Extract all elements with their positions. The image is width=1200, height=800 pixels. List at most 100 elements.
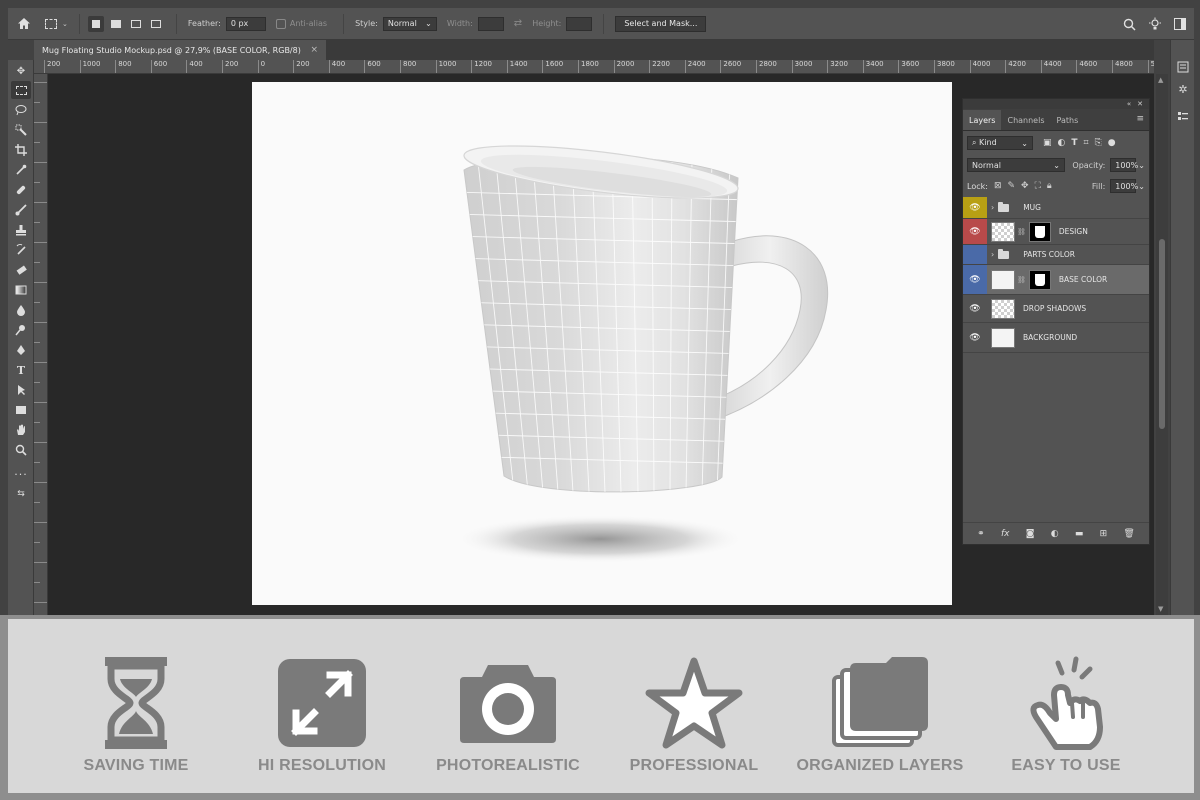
panel-layout-icon[interactable] <box>1174 18 1186 30</box>
libraries-icon[interactable] <box>1176 110 1190 124</box>
marquee-preset-button[interactable]: ⌄ <box>40 8 73 39</box>
default-colors-icon[interactable]: ⇆ <box>11 485 31 503</box>
add-mask-icon[interactable]: ◙ <box>1026 529 1035 539</box>
new-selection-button[interactable] <box>87 15 104 32</box>
new-group-icon[interactable]: ▬ <box>1075 529 1084 539</box>
delete-layer-icon[interactable]: 🗑︎ <box>1123 529 1134 539</box>
style-select[interactable]: Normal ⌄ <box>382 16 437 31</box>
visibility-off-icon[interactable] <box>963 245 987 264</box>
eyedropper-tool-icon[interactable] <box>11 161 31 179</box>
layer-row[interactable]: 👁︎ › MUG <box>963 197 1149 219</box>
lock-position-icon[interactable]: ✥ <box>1021 181 1029 191</box>
chevron-right-icon[interactable]: › <box>991 250 994 259</box>
chevron-right-icon[interactable]: › <box>991 203 994 212</box>
scroll-up-icon[interactable]: ▲ <box>1158 76 1163 84</box>
more-tools-icon[interactable]: ··· <box>11 465 31 483</box>
blend-mode-select[interactable]: Normal ⌄ <box>967 158 1065 172</box>
opacity-input[interactable]: 100% <box>1110 158 1138 172</box>
height-input[interactable] <box>566 16 593 31</box>
search-icon[interactable] <box>1123 18 1136 31</box>
healing-brush-tool-icon[interactable] <box>11 181 31 199</box>
eye-icon[interactable]: 👁︎ <box>963 219 987 244</box>
lock-all-icon[interactable]: 🔒︎ <box>1047 181 1052 191</box>
intersect-selection-button[interactable] <box>148 16 164 32</box>
lock-artboard-icon[interactable]: ⛶ <box>1035 181 1041 191</box>
filter-type-icon[interactable]: T <box>1071 138 1077 148</box>
subtract-selection-button[interactable] <box>128 16 144 32</box>
path-selection-tool-icon[interactable] <box>11 381 31 399</box>
filter-kind-select[interactable]: ⌕ Kind ⌄ <box>967 136 1033 150</box>
fill-input[interactable]: 100% <box>1110 179 1138 193</box>
quick-selection-tool-icon[interactable] <box>11 121 31 139</box>
brush-tool-icon[interactable] <box>11 201 31 219</box>
layer-row[interactable]: 👁︎ ⛓ DESIGN <box>963 219 1149 245</box>
panel-menu-icon[interactable]: ≡ <box>1136 114 1144 124</box>
rectangle-tool-icon[interactable] <box>11 401 31 419</box>
home-button[interactable] <box>8 8 40 39</box>
width-input[interactable] <box>477 16 504 31</box>
close-icon[interactable]: × <box>310 45 318 55</box>
filter-shape-icon[interactable]: ⌗ <box>1084 138 1089 148</box>
feather-input[interactable]: 0 px <box>225 16 266 31</box>
collapse-panel-icon[interactable]: « <box>1127 100 1131 108</box>
filter-toggle-icon[interactable]: ● <box>1108 138 1116 148</box>
pointing-hand-icon <box>1030 656 1103 750</box>
gradient-tool-icon[interactable] <box>11 281 31 299</box>
lock-image-icon[interactable]: ✎ <box>1007 181 1015 191</box>
chevron-down-icon[interactable]: ⌄ <box>1138 182 1145 191</box>
filter-adjustment-icon[interactable]: ◐ <box>1058 138 1066 148</box>
tab-channels[interactable]: Channels <box>1001 110 1050 130</box>
lasso-tool-icon[interactable] <box>11 101 31 119</box>
crop-tool-icon[interactable] <box>11 141 31 159</box>
layer-style-fx-button[interactable]: fx <box>1001 529 1010 539</box>
close-panel-icon[interactable]: ✕ <box>1137 100 1143 108</box>
layer-row[interactable]: 👁︎ DROP SHADOWS <box>963 295 1149 323</box>
scroll-down-icon[interactable]: ▼ <box>1158 605 1163 613</box>
link-layers-icon[interactable]: ⚭ <box>977 529 985 539</box>
dodge-tool-icon[interactable] <box>11 321 31 339</box>
layer-row[interactable]: 👁︎ BACKGROUND <box>963 323 1149 353</box>
pen-tool-icon[interactable] <box>11 341 31 359</box>
layer-mask-thumbnail[interactable] <box>1028 221 1051 242</box>
tab-layers[interactable]: Layers <box>963 110 1002 130</box>
filter-pixel-icon[interactable]: ▣ <box>1043 138 1052 148</box>
layer-mask-thumbnail[interactable] <box>1028 269 1051 290</box>
chevron-down-icon[interactable]: ⌄ <box>1138 161 1145 170</box>
add-selection-button[interactable] <box>108 16 124 32</box>
mask-shape <box>1034 273 1045 286</box>
antialias-checkbox[interactable] <box>275 18 286 29</box>
eraser-tool-icon[interactable] <box>11 261 31 279</box>
eye-icon[interactable]: 👁︎ <box>963 323 987 352</box>
swap-icon[interactable]: ⇄ <box>514 18 522 29</box>
eye-icon[interactable]: 👁︎ <box>963 265 987 294</box>
mask-link-icon[interactable]: ⛓ <box>1017 276 1026 284</box>
mask-link-icon[interactable]: ⛓ <box>1017 228 1026 236</box>
marquee-tool-icon[interactable] <box>11 81 31 99</box>
properties-icon[interactable] <box>1176 60 1190 74</box>
feather-label: Feather: <box>187 19 221 28</box>
scroll-thumb[interactable] <box>1159 239 1165 429</box>
lock-transparent-icon[interactable]: ⊠ <box>994 181 1002 191</box>
move-tool-icon[interactable]: ✥ <box>11 62 31 80</box>
document-canvas[interactable] <box>252 82 952 605</box>
document-tab[interactable]: Mug Floating Studio Mockup.psd @ 27,9% (… <box>34 40 326 60</box>
vertical-scrollbar[interactable]: ▲ ▼ <box>1156 74 1168 615</box>
layer-row[interactable]: › PARTS COLOR <box>963 245 1149 265</box>
select-and-mask-button[interactable]: Select and Mask... <box>615 15 707 32</box>
new-layer-icon[interactable]: ⊞ <box>1100 529 1108 539</box>
zoom-tool-icon[interactable] <box>11 441 31 459</box>
type-tool-icon[interactable]: T <box>11 361 31 379</box>
history-brush-tool-icon[interactable] <box>11 241 31 259</box>
filter-smart-object-icon[interactable]: ⎘ <box>1095 138 1102 148</box>
eye-icon[interactable]: 👁︎ <box>963 197 987 218</box>
blur-tool-icon[interactable] <box>11 301 31 319</box>
tab-paths[interactable]: Paths <box>1051 110 1085 130</box>
adjustments-icon[interactable]: ✲ <box>1176 82 1190 96</box>
clone-stamp-tool-icon[interactable] <box>11 221 31 239</box>
layer-row[interactable]: 👁︎ ⛓ BASE COLOR <box>963 265 1149 295</box>
new-adjustment-icon[interactable]: ◐ <box>1051 529 1059 539</box>
hand-tool-icon[interactable] <box>11 421 31 439</box>
eye-icon[interactable]: 👁︎ <box>963 295 987 322</box>
ruler-tick-label: 1200 <box>471 60 492 73</box>
discover-lightbulb-icon[interactable] <box>1148 17 1162 31</box>
